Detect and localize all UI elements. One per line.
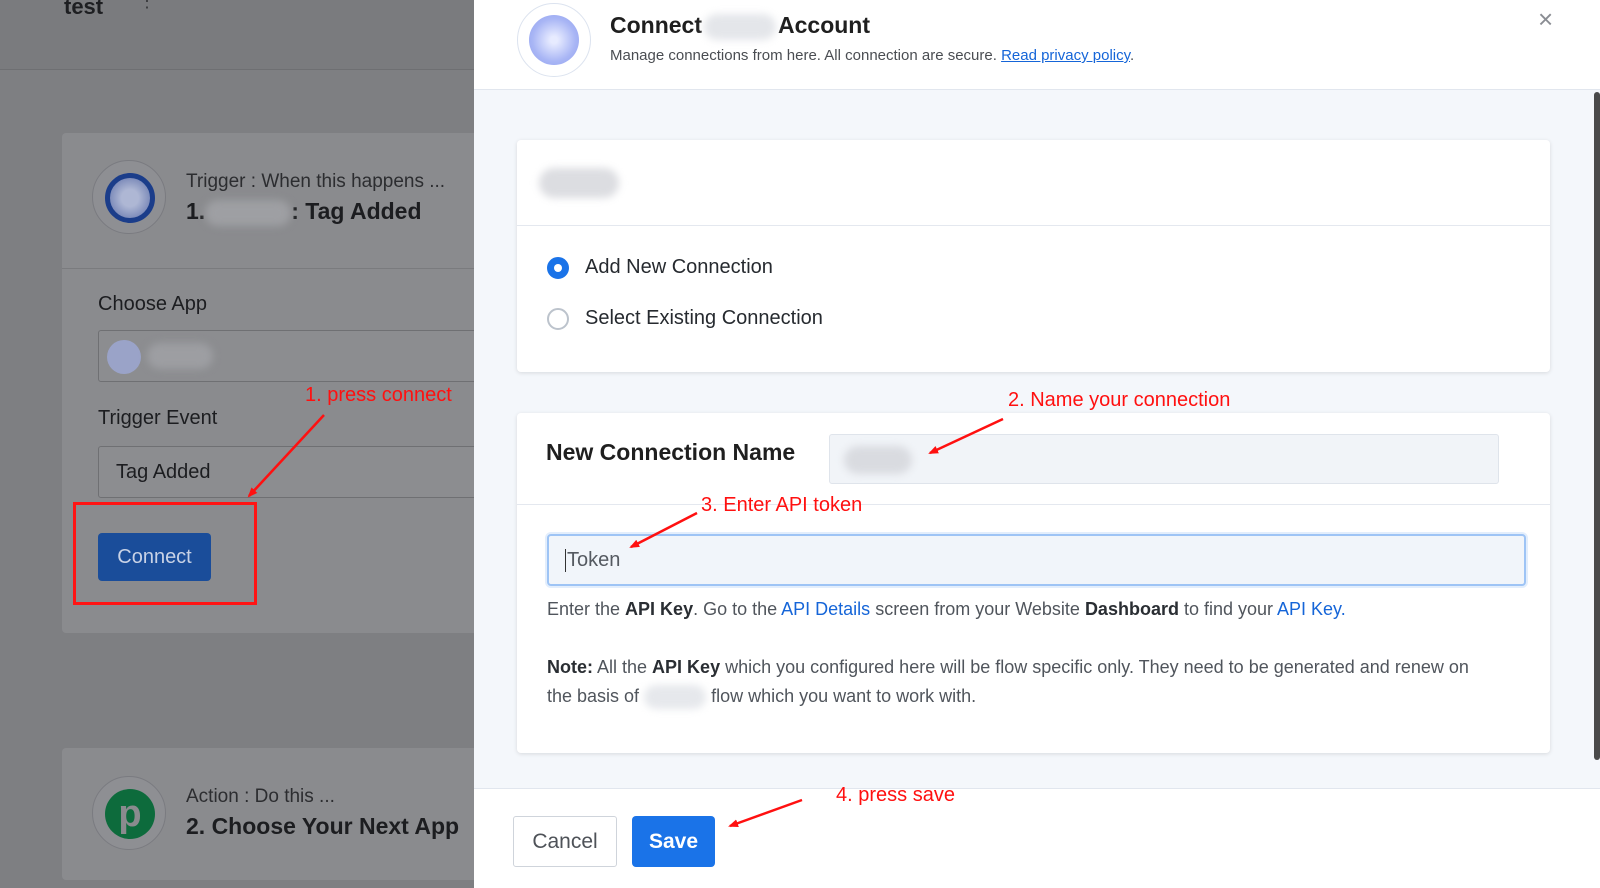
workflow-title: test [64, 0, 104, 19]
connection-name-input[interactable] [829, 434, 1499, 484]
action-kicker: Action : Do this ... [186, 786, 335, 807]
api-key-note: Note: All the API Key which you configur… [547, 653, 1487, 711]
connection-form-panel: New Connection Name Token Enter the API … [517, 413, 1550, 753]
token-placeholder: Token [565, 549, 621, 572]
cancel-button[interactable]: Cancel [513, 816, 617, 867]
editor-topbar: test ⋮ [0, 0, 474, 70]
choose-app-select[interactable] [98, 330, 482, 382]
select-existing-connection-label: Select Existing Connection [585, 307, 823, 329]
connection-name-label: New Connection Name [546, 439, 796, 465]
annotation-step3: 3. Enter API token [701, 494, 863, 516]
trigger-app-icon [92, 160, 166, 234]
api-details-link[interactable]: API Details [781, 599, 870, 619]
app-avatar [107, 340, 141, 374]
select-existing-connection-option[interactable]: Select Existing Connection [547, 307, 823, 330]
trigger-event-value: Tag Added [116, 461, 211, 483]
radio-select-existing[interactable] [547, 307, 569, 330]
app-logo-icon [517, 3, 591, 77]
action-step-card: p Action : Do this ... 2. Choose Your Ne… [62, 748, 482, 880]
modal-footer: Cancel Save [474, 788, 1600, 888]
modal-scrollbar[interactable] [1594, 92, 1600, 760]
add-new-connection-label: Add New Connection [585, 256, 773, 278]
annotation-step1: 1. press connect [305, 384, 452, 406]
privacy-policy-link[interactable]: Read privacy policy [1001, 47, 1130, 64]
annotation-step4: 4. press save [836, 784, 955, 806]
add-new-connection-option[interactable]: Add New Connection [547, 256, 773, 279]
connection-choice-panel: Add New Connection Select Existing Conne… [517, 140, 1550, 372]
trigger-event-label: Trigger Event [98, 407, 218, 429]
api-key-help-text: Enter the API Key. Go to the API Details… [547, 599, 1346, 619]
save-button[interactable]: Save [632, 816, 715, 867]
modal-title: Connect Account [610, 12, 870, 40]
connection-name-row: New Connection Name [517, 413, 1550, 505]
connect-account-modal: Connect Account Manage connections from h… [474, 0, 1600, 888]
action-app-icon: p [92, 776, 166, 850]
trigger-event-select[interactable]: Tag Added [98, 446, 482, 498]
more-options-icon[interactable]: ⋮ [138, 0, 156, 10]
action-heading: 2. Choose Your Next App [186, 813, 460, 839]
modal-header: Connect Account Manage connections from h… [474, 0, 1600, 90]
api-key-link[interactable]: API Key. [1277, 599, 1346, 619]
trigger-heading: 1.: Tag Added [186, 198, 422, 226]
api-token-input[interactable]: Token [547, 534, 1526, 586]
modal-subtitle: Manage connections from here. All connec… [610, 47, 1135, 64]
close-icon[interactable]: × [1538, 4, 1553, 35]
radio-add-new[interactable] [547, 256, 569, 279]
annotation-highlight-box [73, 502, 257, 605]
choose-app-label: Choose App [98, 293, 207, 315]
annotation-step2: 2. Name your connection [1008, 389, 1231, 411]
app-logo-row [517, 140, 1550, 226]
trigger-kicker: Trigger : When this happens ... [186, 171, 446, 192]
